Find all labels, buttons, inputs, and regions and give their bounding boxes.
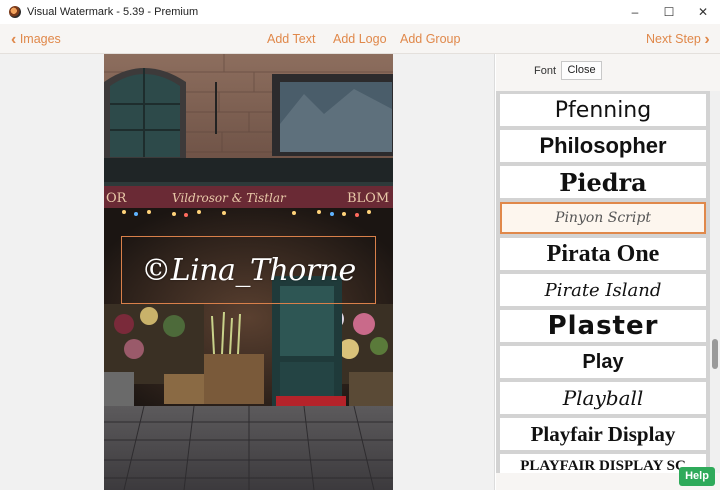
sign-left-text: OR: [106, 191, 128, 206]
add-text-button[interactable]: Add Text: [267, 24, 315, 54]
toolbar: ‹ Images Add Text Add Logo Add Group Nex…: [0, 24, 720, 54]
next-step-button[interactable]: Next Step ›: [646, 24, 710, 54]
sign-text: Vildrosor & Tistlar: [172, 191, 287, 205]
watermark-text: ©Lina_Thorne: [141, 252, 356, 288]
window-title: Visual Watermark - 5.39 - Premium: [27, 6, 199, 18]
close-window-button[interactable]: ✕: [686, 0, 720, 24]
font-item-playfair-display[interactable]: Playfair Display: [500, 418, 706, 450]
font-item-pinyon-script[interactable]: Pinyon Script: [500, 202, 706, 234]
font-item-pirata-one[interactable]: Pirata One: [500, 238, 706, 270]
maximize-button[interactable]: ☐: [652, 0, 686, 24]
back-to-images-button[interactable]: ‹ Images: [11, 24, 61, 54]
font-item-playfair-display-sc[interactable]: PLAYFAIR DISPLAY SC: [500, 454, 706, 473]
canvas-area: OR Vildrosor & Tistlar BLOM ©Lina_Thorne: [0, 54, 495, 490]
font-item-pfenning[interactable]: Pfenning: [500, 94, 706, 126]
minimize-button[interactable]: –: [618, 0, 652, 24]
back-to-images-label: Images: [19, 32, 61, 46]
font-item-playball[interactable]: Playball: [500, 382, 706, 414]
add-logo-button[interactable]: Add Logo: [333, 24, 387, 54]
font-item-pirate-island[interactable]: Pirate Island: [500, 274, 706, 306]
close-font-panel-button[interactable]: Close: [561, 61, 602, 80]
help-button[interactable]: Help: [679, 467, 715, 486]
add-group-button[interactable]: Add Group: [400, 24, 460, 54]
chevron-right-icon: ›: [704, 31, 710, 48]
font-list-scrollbar[interactable]: [710, 91, 720, 473]
watermark-text-box[interactable]: ©Lina_Thorne: [121, 236, 376, 304]
font-label: Font: [534, 65, 557, 77]
app-logo-icon: [9, 6, 21, 18]
font-item-play[interactable]: Play: [500, 346, 706, 378]
font-item-philosopher[interactable]: Philosopher: [500, 130, 706, 162]
scrollbar-thumb[interactable]: [712, 339, 718, 369]
title-bar: Visual Watermark - 5.39 - Premium – ☐ ✕: [0, 0, 720, 24]
chevron-left-icon: ‹: [11, 31, 17, 48]
font-item-piedra[interactable]: Piedra: [500, 166, 706, 198]
font-list: Pfenning Philosopher Piedra Pinyon Scrip…: [496, 91, 710, 473]
next-step-label: Next Step: [646, 32, 701, 46]
font-item-plaster[interactable]: Plaster: [500, 310, 706, 342]
sign-right-text: BLOM: [347, 191, 389, 206]
